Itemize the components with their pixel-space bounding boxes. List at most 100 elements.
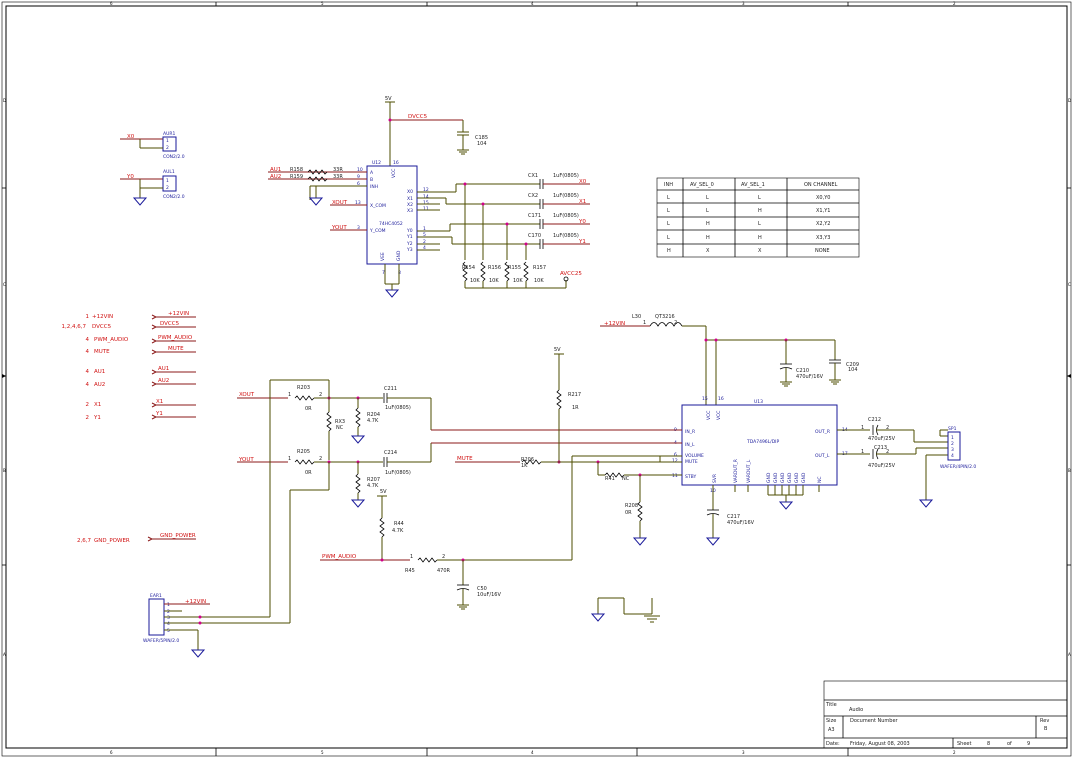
svg-text:2: 2 [442,554,445,560]
svg-text:3: 3 [167,615,170,621]
svg-text:PWM_AUDIO: PWM_AUDIO [94,337,129,343]
r206-val: 1K [521,463,528,469]
net-label-pwm-audio: PWM_AUDIO [322,554,357,560]
svg-text:12: 12 [672,458,678,464]
svg-text:Y1: Y1 [155,411,163,417]
svg-text:11: 11 [423,206,429,212]
svg-text:1: 1 [643,320,646,326]
cx1-val: 1uF(0805) [553,173,579,179]
svg-text:1: 1 [288,392,291,398]
svg-text:2: 2 [86,415,90,421]
svg-text:5: 5 [167,628,170,634]
svg-text:STBY: STBY [685,474,696,480]
c212-val: 470uF/25V [868,436,896,442]
row-label: C [1068,282,1071,287]
power-5v-u12: 5V [385,96,392,102]
svg-text:VEE: VEE [380,252,386,261]
svg-text:16: 16 [718,396,724,402]
c185-val: 104 [477,141,487,147]
svg-text:1: 1 [861,425,864,431]
svg-text:VCC: VCC [716,411,722,420]
net-label-x0-out: X0 [579,179,587,185]
power-5v-r217: 5V [554,347,561,353]
svg-text:SVR: SVR [712,474,718,483]
l30-ref: L30 [632,314,641,320]
svg-text:X2: X2 [407,202,413,208]
c50-val: 10uF/16V [477,592,501,598]
svg-text:ON CHANNEL: ON CHANNEL [804,182,838,188]
svg-text:GND: GND [801,472,807,483]
c214-ref: C214 [384,450,397,456]
row-label: B [1068,468,1071,473]
misc-grounds [590,597,660,623]
l30-val: QT3216 [655,314,675,320]
svg-text:OUT_L: OUT_L [815,453,830,459]
aur1-part: CON2/2.0 [163,154,185,160]
r157-ref: R157 [533,265,546,271]
r155-ref: R155 [508,265,521,271]
svg-text:MUTE: MUTE [168,346,184,352]
cx1-ref: CX1 [528,173,538,179]
svg-text:X3: X3 [407,208,413,214]
net-label-yout: YOUT [331,225,347,231]
c171-ref: C171 [528,213,541,219]
svg-text:H: H [706,235,710,241]
u13-part: TDA7496L/DIP [746,439,779,445]
svg-text:2: 2 [319,456,322,462]
svg-text:4: 4 [86,349,90,355]
svg-text:X3,Y3: X3,Y3 [816,235,830,241]
row-label: D [1068,98,1071,103]
c170-ref: C170 [528,233,541,239]
svg-text:4: 4 [86,337,90,343]
svg-text:L: L [667,195,670,201]
r205-ref: R205 [297,449,310,455]
svg-text:DVCC5: DVCC5 [160,321,180,327]
rev-label: Rev [1040,718,1049,724]
svg-text:Y3: Y3 [406,247,413,253]
svg-text:AU1: AU1 [158,366,169,372]
svg-text:4: 4 [167,621,170,627]
port-row: 4 PWM_AUDIO PWM_AUDIO [86,335,196,344]
total-value: 9 [1027,741,1030,747]
c213-ref: C213 [874,445,887,451]
port-row: 2 Y1 Y1 [86,411,196,421]
svg-text:1: 1 [166,138,169,144]
net-label-y1-out: Y1 [578,239,586,245]
schematic-sheet: 6 5 4 3 2 6 5 4 3 2 D C B A D C B A X0 1… [1,1,1072,757]
svg-text:DVCC5: DVCC5 [92,324,112,330]
aul1-label: AUL1 [163,169,175,175]
col-label: 2 [953,750,956,755]
net-label-y0: Y0 [126,174,134,180]
r157-val: 10K [534,278,544,284]
svg-text:VARDUT_R: VARDUT_R [733,459,739,483]
sheet-label: Sheet [957,741,971,747]
port-row: 4 AU1 AU1 [86,366,196,375]
svg-text:L: L [667,208,670,214]
r154-ref: R154 [462,265,475,271]
net-label-xout-in: XOUT [239,392,255,398]
svg-text:X: X [758,248,762,254]
svg-text:16: 16 [393,160,399,166]
svg-text:Y0: Y0 [406,228,413,234]
svg-text:IN_R: IN_R [685,429,695,435]
r156-ref: R156 [488,265,501,271]
net-label-yout-in: YOUT [238,457,254,463]
svg-text:NC: NC [817,476,823,483]
row-label: A [3,652,6,657]
r158-ref: R158 [290,167,303,173]
svg-text:Y_COM: Y_COM [369,228,386,234]
net-label-y0-out: Y0 [578,219,586,225]
svg-text:+12VIN: +12VIN [168,311,189,317]
title-block: Title Audio Size A3 Document Number Rev … [823,680,1068,749]
svg-text:GND: GND [794,472,800,483]
svg-text:3: 3 [951,447,954,453]
port-row: 1 +12VIN +12VIN [86,311,196,320]
svg-text:4: 4 [951,453,954,459]
svg-text:H: H [706,221,710,227]
svg-text:2: 2 [674,320,677,326]
svg-text:X0: X0 [407,189,413,195]
svg-text:IN_L: IN_L [685,442,695,448]
svg-text:1: 1 [861,449,864,455]
svg-text:2,6,7: 2,6,7 [77,538,91,544]
svg-text:H: H [758,235,762,241]
